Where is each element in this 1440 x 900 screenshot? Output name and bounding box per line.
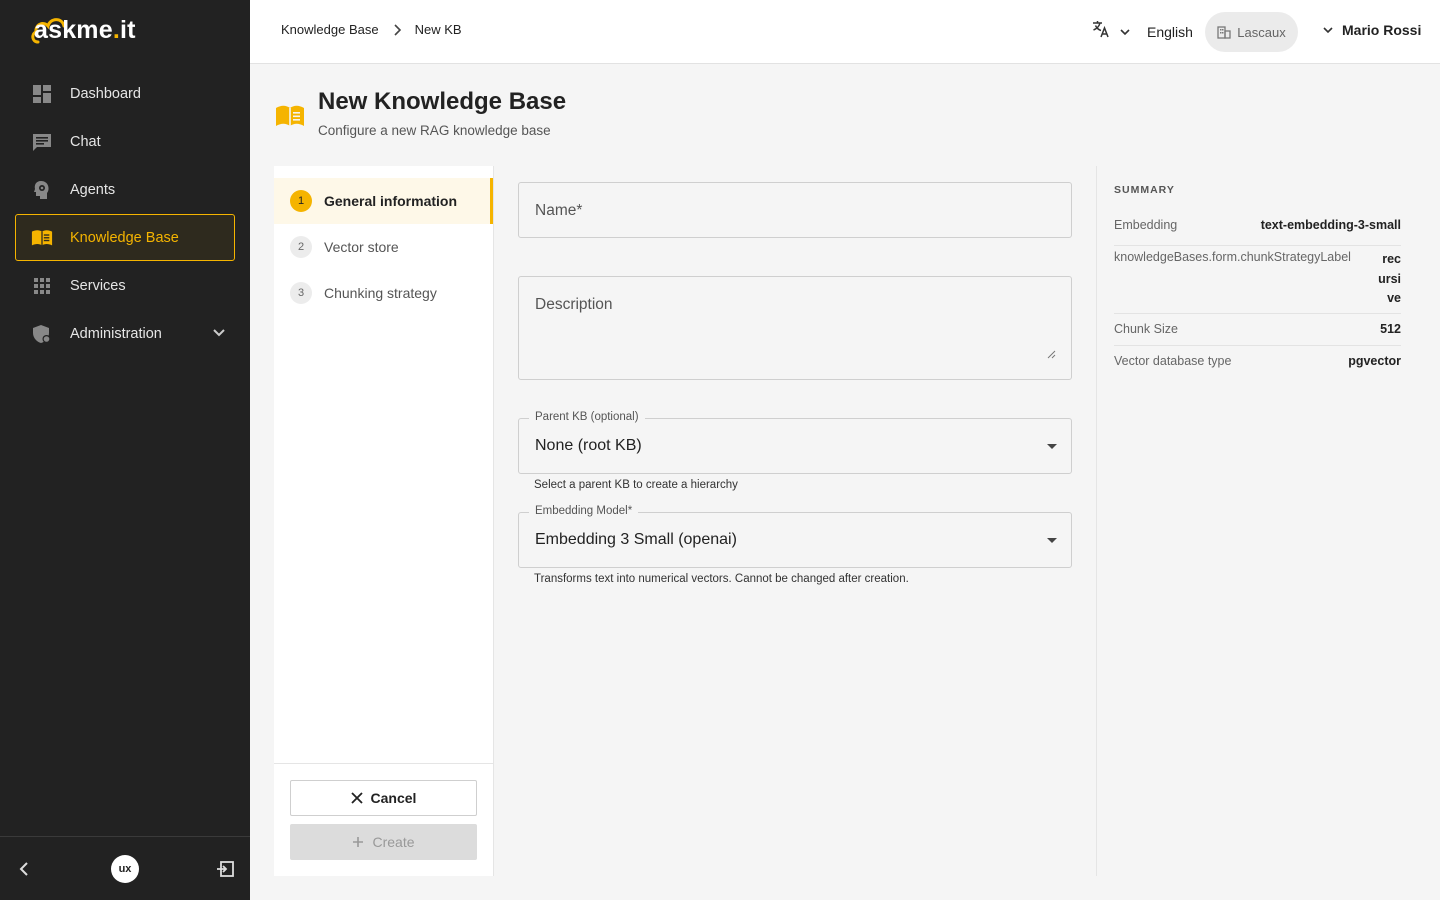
wizard-steps: 1 General information 2 Vector store 3 C… [274, 166, 494, 876]
topbar: Knowledge Base New KB English Lascaux Ma… [250, 0, 1440, 64]
logo-text: askme.it [34, 16, 136, 44]
logout-icon[interactable] [216, 861, 234, 882]
summary-title: SUMMARY [1114, 184, 1175, 196]
create-label: Create [372, 834, 415, 850]
language-selector[interactable]: English [1092, 20, 1193, 43]
step-number: 2 [290, 236, 312, 258]
sidebar: askme.it Dashboard Chat Agents Knowledge… [0, 0, 250, 900]
embedding-model-helper: Transforms text into numerical vectors. … [534, 573, 909, 585]
step-number: 3 [290, 282, 312, 304]
step-label: Chunking strategy [324, 285, 437, 301]
user-menu[interactable]: Mario Rossi [1322, 22, 1421, 38]
page-subtitle: Configure a new RAG knowledge base [318, 123, 551, 138]
cancel-label: Cancel [370, 790, 417, 806]
tenant-label: Lascaux [1237, 24, 1286, 40]
sidebar-item-agents[interactable]: Agents [15, 166, 235, 213]
admin-shield-icon [31, 323, 53, 345]
sidebar-item-label: Chat [70, 133, 101, 150]
collapse-sidebar-icon[interactable] [16, 861, 32, 882]
embedding-model-value: Embedding 3 Small (openai) [535, 531, 737, 548]
sidebar-item-knowledge-base[interactable]: Knowledge Base [15, 214, 235, 261]
ux-badge[interactable]: ux [111, 855, 139, 883]
summary-key: Embedding [1114, 218, 1178, 232]
summary-row: Embedding text-embedding-3-small [1114, 218, 1401, 246]
summary-row: Chunk Size 512 [1114, 322, 1401, 346]
description-field[interactable]: Description [518, 276, 1072, 380]
embedding-model-label: Embedding Model* [529, 505, 639, 517]
building-icon [1217, 26, 1231, 39]
summary-row: Vector database type pgvector [1114, 354, 1401, 378]
sidebar-item-label: Dashboard [70, 85, 141, 102]
dashboard-icon [31, 83, 53, 105]
sidebar-item-label: Knowledge Base [70, 229, 179, 246]
book-icon [275, 104, 305, 133]
parent-kb-label: Parent KB (optional) [529, 411, 645, 423]
page-title: New Knowledge Base [318, 88, 567, 115]
summary-key: knowledgeBases.form.chunkStrategyLabel [1114, 250, 1351, 264]
sidebar-item-dashboard[interactable]: Dashboard [15, 70, 235, 117]
summary-row: knowledgeBases.form.chunkStrategyLabel r… [1114, 250, 1401, 314]
summary-value: 512 [1380, 322, 1401, 336]
chevron-down-icon [1323, 27, 1333, 34]
description-placeholder: Description [535, 296, 613, 313]
sidebar-footer: ux [0, 836, 250, 900]
language-label: English [1147, 23, 1193, 40]
user-name: Mario Rossi [1342, 22, 1422, 38]
parent-kb-value: None (root KB) [535, 437, 642, 454]
step-vector-store[interactable]: 2 Vector store [274, 224, 493, 270]
embedding-model-select[interactable]: Embedding Model* Embedding 3 Small (open… [518, 505, 1072, 568]
app-logo[interactable]: askme.it [30, 12, 136, 48]
sidebar-item-services[interactable]: Services [15, 262, 235, 309]
summary-value: recursive [1378, 252, 1401, 305]
translate-icon [1092, 20, 1110, 43]
name-placeholder: Name* [535, 202, 583, 219]
resize-handle-icon[interactable] [1047, 346, 1056, 364]
create-button[interactable]: Create [290, 824, 477, 860]
chat-icon [31, 131, 53, 153]
chevron-right-icon [393, 23, 403, 36]
sidebar-item-administration[interactable]: Administration [15, 310, 235, 357]
plus-icon [353, 837, 364, 847]
step-number: 1 [290, 190, 312, 212]
sidebar-item-chat[interactable]: Chat [15, 118, 235, 165]
step-chunking-strategy[interactable]: 3 Chunking strategy [274, 270, 493, 316]
wizard-actions: Cancel Create [274, 763, 493, 876]
agents-icon [31, 179, 53, 201]
summary-key: Vector database type [1114, 354, 1232, 368]
sidebar-item-label: Services [70, 277, 126, 294]
book-icon [31, 227, 53, 249]
tenant-chip[interactable]: Lascaux [1205, 12, 1298, 52]
chevron-down-icon[interactable] [212, 325, 226, 344]
breadcrumb-link-knowledge-base[interactable]: Knowledge Base [281, 22, 379, 37]
step-label: Vector store [324, 239, 399, 255]
summary-value: pgvector [1348, 354, 1401, 368]
chevron-down-icon [1119, 26, 1131, 38]
parent-kb-select[interactable]: Parent KB (optional) None (root KB) [518, 411, 1072, 474]
breadcrumb-current: New KB [414, 22, 462, 37]
dropdown-arrow-icon [1047, 444, 1057, 449]
sidebar-item-label: Administration [70, 325, 162, 342]
sidebar-item-label: Agents [70, 181, 116, 198]
name-field[interactable]: Name* [518, 182, 1072, 238]
grid-icon [31, 275, 53, 297]
sidebar-nav: Dashboard Chat Agents Knowledge Base Ser… [15, 70, 235, 358]
cancel-button[interactable]: Cancel [290, 780, 477, 816]
summary-key: Chunk Size [1114, 322, 1178, 336]
summary-panel: SUMMARY Embedding text-embedding-3-small… [1096, 166, 1416, 876]
close-icon [350, 792, 363, 804]
breadcrumb: Knowledge Base New KB [281, 22, 462, 37]
dropdown-arrow-icon [1047, 538, 1057, 543]
summary-value: text-embedding-3-small [1260, 218, 1401, 232]
step-general-information[interactable]: 1 General information [274, 178, 493, 224]
step-label: General information [324, 193, 458, 209]
parent-kb-helper: Select a parent KB to create a hierarchy [534, 479, 738, 491]
